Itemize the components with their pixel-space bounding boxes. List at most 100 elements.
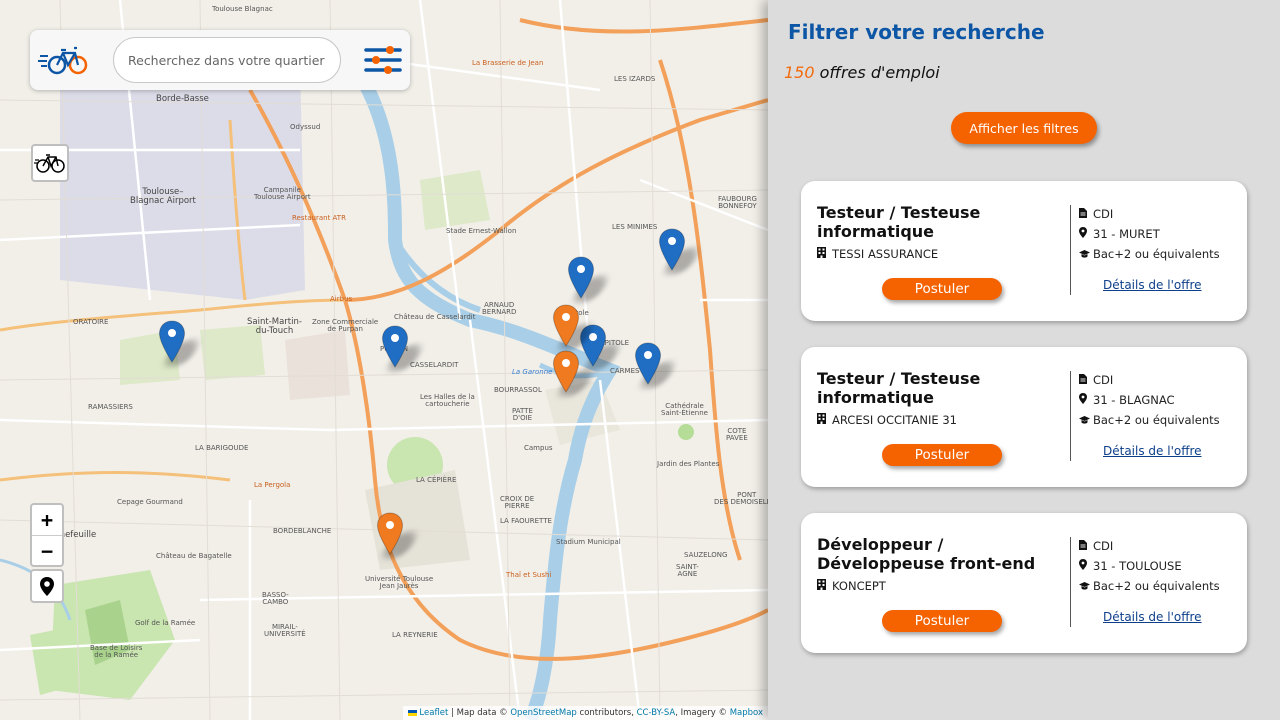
document-icon: [1079, 539, 1093, 553]
map-pin-icon: [1079, 227, 1093, 241]
apply-button[interactable]: Postuler: [882, 444, 1002, 466]
offer-contract-type: CDI: [1093, 539, 1114, 553]
graduation-cap-icon: [1079, 247, 1093, 261]
offer-contract: CDI: [1079, 373, 1113, 387]
map-pin-icon: [1079, 393, 1093, 407]
offer-details-link[interactable]: Détails de l'offre: [1103, 444, 1202, 458]
map-place-label: LA REYNERIE: [392, 631, 438, 639]
offer-education-text: Bac+2 ou équivalents: [1093, 413, 1220, 427]
leaflet-link[interactable]: Leaflet: [419, 708, 448, 718]
offer-location: 31 - BLAGNAC: [1079, 393, 1175, 407]
attribution-text: , Imagery ©: [675, 708, 730, 718]
mapbox-link[interactable]: Mapbox: [730, 708, 763, 718]
attribution-text: contributors,: [576, 708, 637, 718]
job-offer-card: Développeur / Développeuse front-end KONC…: [801, 513, 1247, 653]
offer-company-name: TESSI ASSURANCE: [832, 247, 939, 261]
orange-map-marker-icon[interactable]: [552, 350, 598, 396]
map-place-label: Château de Bagatelle: [156, 552, 232, 560]
map-place-label: La Pergola: [254, 481, 291, 489]
show-filters-button[interactable]: Afficher les filtres: [951, 112, 1097, 144]
offer-education-text: Bac+2 ou équivalents: [1093, 579, 1220, 593]
map-place-label: Saint-Martin- du-Touch: [247, 317, 302, 336]
map-place-label: BOURRASSOL: [494, 386, 542, 394]
apply-button[interactable]: Postuler: [882, 278, 1002, 300]
offer-location-text: 31 - BLAGNAC: [1093, 393, 1175, 407]
offer-company: ARCESI OCCITANIE 31: [817, 413, 957, 427]
offer-location-text: 31 - MURET: [1093, 227, 1160, 241]
building-icon: [817, 413, 828, 427]
attribution-text: | Map data ©: [448, 708, 511, 718]
map-place-label: Toulouse Blagnac: [212, 5, 273, 13]
map-place-label: FAUBOURG BONNEFOY: [718, 195, 757, 210]
map-place-label: Odyssud: [290, 123, 321, 131]
map-place-label: Airbus: [330, 295, 353, 303]
offer-title: Testeur / Testeuse informatique: [817, 369, 981, 407]
map-place-label: CROIX DE PIERRE: [500, 495, 535, 510]
map-place-label: BORDEBLANCHE: [273, 527, 332, 535]
map-place-label: Cathédrale Saint-Étienne: [661, 402, 708, 417]
offer-education: Bac+2 ou équivalents: [1079, 413, 1220, 427]
apply-button[interactable]: Postuler: [882, 610, 1002, 632]
offer-education-text: Bac+2 ou équivalents: [1093, 247, 1220, 261]
license-link[interactable]: CC-BY-SA: [637, 708, 676, 718]
map-view[interactable]: Borde-Basse Toulouse– Blagnac Airport Sain…: [0, 0, 768, 720]
card-divider: [1070, 205, 1071, 295]
map-place-label: Université Toulouse Jean Jaurès: [365, 575, 434, 590]
map-place-label: La Brasserie de Jean: [472, 59, 544, 67]
osm-link[interactable]: OpenStreetMap: [510, 708, 576, 718]
job-offer-card: Testeur / Testeuse informatique ARCESI OC…: [801, 347, 1247, 487]
map-place-label: MIRAIL- UNIVERSITÉ: [264, 623, 306, 638]
map-place-label: La Garonne: [512, 368, 553, 376]
map-place-label: LA CÉPIÈRE: [416, 476, 457, 484]
offer-title: Développeur / Développeuse front-end: [817, 535, 1036, 573]
orange-map-marker-icon[interactable]: [552, 304, 598, 350]
map-place-label: Les Halles de la cartoucherie: [420, 393, 475, 408]
map-place-label: Zone Commerciale de Purpan: [312, 318, 379, 333]
blue-map-marker-icon[interactable]: [658, 228, 704, 274]
job-offer-card: Testeur / Testeuse informatique TESSI ASS…: [801, 181, 1247, 321]
orange-map-marker-icon[interactable]: [376, 512, 422, 558]
offer-details-link[interactable]: Détails de l'offre: [1103, 610, 1202, 624]
bike-layer-toggle[interactable]: [31, 144, 69, 182]
map-place-label: Jardin des Plantes: [657, 460, 720, 468]
filter-settings-icon[interactable]: [364, 44, 402, 76]
blue-map-marker-icon[interactable]: [634, 342, 680, 388]
search-panel: [30, 30, 410, 90]
map-place-label: RAMASSIERS: [88, 403, 133, 411]
offer-company: TESSI ASSURANCE: [817, 247, 938, 261]
zoom-in-button[interactable]: +: [32, 505, 62, 535]
ukraine-flag-icon: [408, 709, 418, 716]
map-place-label: Campanile Toulouse Airport: [254, 186, 311, 201]
map-attribution: Leaflet | Map data © OpenStreetMap contr…: [403, 706, 768, 720]
map-place-label: Stadium Municipal: [556, 538, 621, 546]
offer-contract-type: CDI: [1093, 207, 1114, 221]
offer-title: Testeur / Testeuse informatique: [817, 203, 981, 241]
zoom-out-button[interactable]: −: [32, 535, 62, 565]
offer-count-label: offres d'emploi: [814, 63, 940, 82]
offer-contract-type: CDI: [1093, 373, 1114, 387]
bicycle-icon: [34, 154, 65, 173]
bike-logo-icon: [38, 46, 88, 75]
panel-title: Filtrer votre recherche: [788, 20, 1045, 44]
map-place-label: Restaurant ATR: [292, 214, 346, 222]
search-input[interactable]: [113, 37, 341, 83]
blue-map-marker-icon[interactable]: [158, 320, 204, 366]
map-place-label: SAINT- AGNE: [676, 563, 699, 578]
map-place-label: COTE PAVEE: [726, 427, 748, 442]
map-place-label: LES IZARDS: [614, 75, 656, 83]
card-divider: [1070, 371, 1071, 461]
graduation-cap-icon: [1079, 579, 1093, 593]
map-place-label: Base de Loisirs de la Ramée: [90, 644, 143, 659]
map-place-label: Thaï et Sushi: [506, 571, 552, 579]
offer-company-name: KONCEPT: [832, 579, 886, 593]
offer-location: 31 - MURET: [1079, 227, 1160, 241]
blue-map-marker-icon[interactable]: [567, 256, 613, 302]
offer-details-link[interactable]: Détails de l'offre: [1103, 278, 1202, 292]
offer-education: Bac+2 ou équivalents: [1079, 247, 1220, 261]
offer-company: KONCEPT: [817, 579, 886, 593]
locate-button[interactable]: [30, 569, 64, 603]
building-icon: [817, 579, 828, 593]
map-place-label: PONT DES DEMOISELLES: [714, 491, 768, 506]
map-pin-icon: [1079, 559, 1093, 573]
blue-map-marker-icon[interactable]: [381, 325, 427, 371]
